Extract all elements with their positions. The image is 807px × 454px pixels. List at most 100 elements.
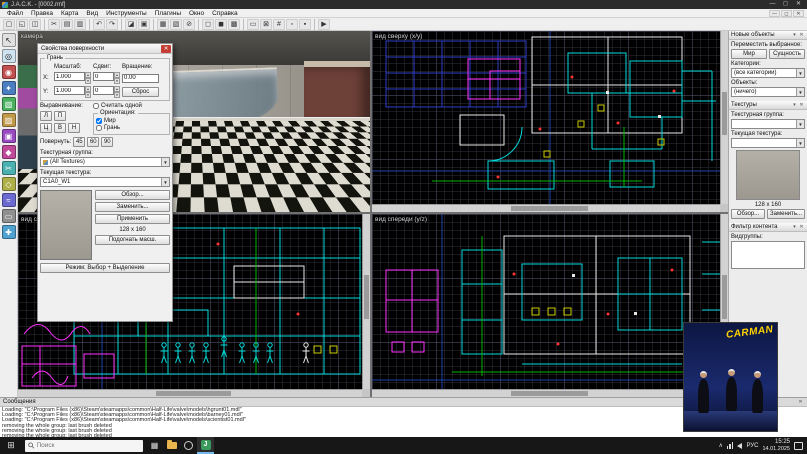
jack-app-icon[interactable]: J [197, 437, 214, 454]
close-icon[interactable]: ✕ [798, 32, 805, 38]
save-icon[interactable]: ◫ [29, 19, 41, 30]
dialog-titlebar[interactable]: Свойства поверхности ✕ [38, 44, 172, 54]
chevron-up-icon[interactable]: ∧ [719, 442, 723, 449]
current-texture-dropdown[interactable]: ▼ [731, 138, 805, 148]
align-right-button[interactable]: П [54, 111, 66, 121]
treat-as-one-checkbox-row[interactable]: Считать одной [93, 103, 170, 109]
menu-map[interactable]: Карта [57, 9, 82, 18]
browse-button[interactable]: Обзор... [95, 190, 170, 200]
replace-button[interactable]: Заменить... [95, 202, 170, 212]
shift-x-input[interactable] [93, 72, 114, 81]
close-icon[interactable]: ✕ [798, 102, 805, 108]
texture-group-dropdown[interactable]: ▼ [731, 119, 805, 129]
task-view-icon[interactable]: ▦ [146, 437, 163, 454]
apply-button[interactable]: Применить [95, 214, 170, 224]
undo-icon[interactable]: ↶ [93, 19, 105, 30]
categories-dropdown[interactable]: (все категории) ▼ [731, 68, 805, 78]
network-icon[interactable] [727, 442, 734, 449]
replace-button[interactable]: Заменить... [767, 209, 805, 219]
overlay-tool-icon[interactable]: ✚ [2, 225, 16, 239]
align-top-button[interactable]: В [54, 123, 66, 133]
world-checkbox[interactable] [96, 118, 102, 124]
entity-button[interactable]: Сущность [769, 49, 805, 59]
close-icon[interactable]: ✕ [797, 399, 804, 405]
scale-x-input[interactable] [54, 72, 85, 81]
current-texture-dropdown[interactable]: C1A0_W1 ▼ [40, 177, 170, 187]
steam-icon[interactable] [180, 437, 197, 454]
clock[interactable]: 15:25 14.01.2025 [762, 439, 790, 451]
paste-icon[interactable]: ▥ [74, 19, 86, 30]
search-input[interactable] [36, 442, 140, 449]
language-indicator[interactable]: РУС [746, 443, 758, 449]
world-button[interactable]: Мир [731, 49, 767, 59]
horizontal-scrollbar[interactable] [18, 389, 362, 397]
cordon-icon[interactable]: ▭ [247, 19, 259, 30]
align-bottom-button[interactable]: Н [68, 123, 80, 133]
texture-lock-icon[interactable]: ⊠ [260, 19, 272, 30]
start-button[interactable]: ⊞ [0, 440, 22, 451]
camera-tool-icon[interactable]: ◉ [2, 65, 16, 79]
world-checkbox-row[interactable]: Мир [96, 118, 167, 124]
viewport-2d-top[interactable]: вид сверху (x/y) [372, 31, 728, 212]
clipping-tool-icon[interactable]: ✂ [2, 161, 16, 175]
mode-button[interactable]: Режим: Выбор + Выделение [40, 263, 170, 273]
path-tool-icon[interactable]: ≈ [2, 193, 16, 207]
vertex-tool-icon[interactable]: ◇ [2, 177, 16, 191]
cut-icon[interactable]: ✂ [48, 19, 60, 30]
decal-tool-icon[interactable]: ◆ [2, 145, 16, 159]
chevron-down-icon[interactable]: ▼ [796, 120, 804, 128]
mdi-restore-button[interactable]: ◻ [781, 10, 792, 17]
copy-icon[interactable]: ▤ [61, 19, 73, 30]
shift-y-input[interactable] [93, 86, 114, 95]
open-file-icon[interactable]: ◱ [16, 19, 28, 30]
stepper-arrows[interactable]: ▲▼ [114, 72, 120, 84]
viewport-2d-front[interactable]: вид спереди (y/z) [372, 214, 728, 397]
grid-larger-icon[interactable]: ▪ [299, 19, 311, 30]
block-tool-icon[interactable]: ▧ [2, 97, 16, 111]
horizontal-scrollbar[interactable] [372, 389, 720, 397]
speaker-icon[interactable] [737, 443, 742, 449]
rotate-60-button[interactable]: 60 [87, 137, 99, 147]
ignore-groups-icon[interactable]: ⊘ [183, 19, 195, 30]
minimize-button[interactable]: — [766, 0, 779, 9]
face-checkbox[interactable] [96, 125, 102, 131]
face-checkbox-row[interactable]: Грань [96, 125, 167, 131]
chevron-down-icon[interactable]: ▼ [161, 178, 169, 186]
cordon-tool-icon[interactable]: ▭ [2, 209, 16, 223]
rotate-45-button[interactable]: 45 [73, 137, 85, 147]
carve-icon[interactable]: ◪ [125, 19, 137, 30]
ungroup-icon[interactable]: ▧ [170, 19, 182, 30]
menu-view[interactable]: Вид [82, 9, 102, 18]
mdi-close-button[interactable]: ✕ [793, 10, 804, 17]
scale-y-input[interactable] [54, 86, 85, 95]
objects-dropdown[interactable]: (ничего) ▼ [731, 87, 805, 97]
align-left-button[interactable]: Л [40, 111, 52, 121]
close-icon[interactable]: ✕ [161, 45, 171, 53]
rotate-90-button[interactable]: 90 [101, 137, 113, 147]
browse-button[interactable]: Обзор... [731, 209, 765, 219]
fit-scale-button[interactable]: Подогнать масш. [95, 235, 170, 245]
reset-button[interactable]: Сброс [122, 87, 159, 97]
visgroups-list[interactable] [731, 241, 805, 269]
snap-to-grid-icon[interactable]: # [273, 19, 285, 30]
hide-selected-icon[interactable]: ◻ [202, 19, 214, 30]
pin-icon[interactable]: ▾ [791, 32, 798, 38]
stepper-arrows[interactable]: ▲▼ [114, 86, 120, 98]
show-all-icon[interactable]: ▩ [228, 19, 240, 30]
menu-file[interactable]: Файл [3, 9, 27, 18]
grid-smaller-icon[interactable]: ▫ [286, 19, 298, 30]
pin-icon[interactable]: ▾ [791, 224, 798, 230]
menu-tools[interactable]: Инструменты [102, 9, 151, 18]
group-icon[interactable]: ▦ [157, 19, 169, 30]
align-center-button[interactable]: Ц [40, 123, 52, 133]
pin-icon[interactable]: ▾ [791, 102, 798, 108]
menu-plugins[interactable]: Плагины [151, 9, 185, 18]
taskbar-search[interactable] [25, 440, 143, 452]
apply-current-texture-tool-icon[interactable]: ▣ [2, 129, 16, 143]
texture-application-tool-icon[interactable]: ▨ [2, 113, 16, 127]
vertical-scrollbar[interactable] [362, 214, 370, 389]
texture-preview-window[interactable]: CARMAN [683, 322, 778, 432]
stepper-arrows[interactable]: ▲▼ [85, 72, 91, 84]
hide-unselected-icon[interactable]: ◼ [215, 19, 227, 30]
chevron-down-icon[interactable]: ▼ [796, 69, 804, 77]
